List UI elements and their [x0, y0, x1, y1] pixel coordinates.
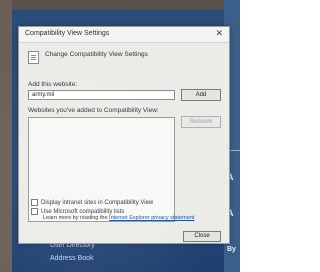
- intranet-checkbox-row[interactable]: Display intranet sites in Compatibility …: [31, 199, 153, 206]
- websites-list-label: Websites you've added to Compatibility V…: [28, 107, 159, 114]
- address-book-link[interactable]: Address Book: [50, 255, 210, 262]
- add-button[interactable]: Add: [181, 89, 221, 101]
- close-icon[interactable]: ✕: [215, 28, 223, 39]
- learn-more-text: Learn more by reading the: [43, 215, 110, 221]
- intranet-checkbox-label: Display intranet sites in Compatibility …: [41, 200, 154, 207]
- add-website-input[interactable]: army.mil: [28, 90, 175, 100]
- websites-list[interactable]: [28, 117, 175, 222]
- compatibility-view-dialog: Compatibility View Settings ✕ Change Com…: [18, 26, 230, 244]
- page-bottom-links: User Directory Address Book: [50, 242, 210, 268]
- add-website-label: Add this website:: [28, 81, 78, 88]
- monitor-bezel: [0, 0, 12, 272]
- learn-more-line: Learn more by reading the Internet Explo…: [43, 215, 194, 221]
- microsoft-lists-checkbox[interactable]: [31, 208, 38, 215]
- settings-page-icon: [28, 51, 39, 64]
- dialog-header: Change Compatibility View Settings: [45, 51, 148, 58]
- screen-photo: I A A By User Directory Address Book Com…: [0, 0, 240, 272]
- dialog-title: Compatibility View Settings: [25, 30, 110, 37]
- dialog-titlebar: Compatibility View Settings ✕: [19, 27, 229, 43]
- privacy-statement-link[interactable]: Internet Explorer privacy statement: [109, 215, 194, 221]
- close-button[interactable]: Close: [183, 231, 221, 242]
- remove-button[interactable]: Remove: [181, 116, 221, 128]
- intranet-checkbox[interactable]: [31, 199, 38, 206]
- page-right-letter: By: [227, 246, 236, 253]
